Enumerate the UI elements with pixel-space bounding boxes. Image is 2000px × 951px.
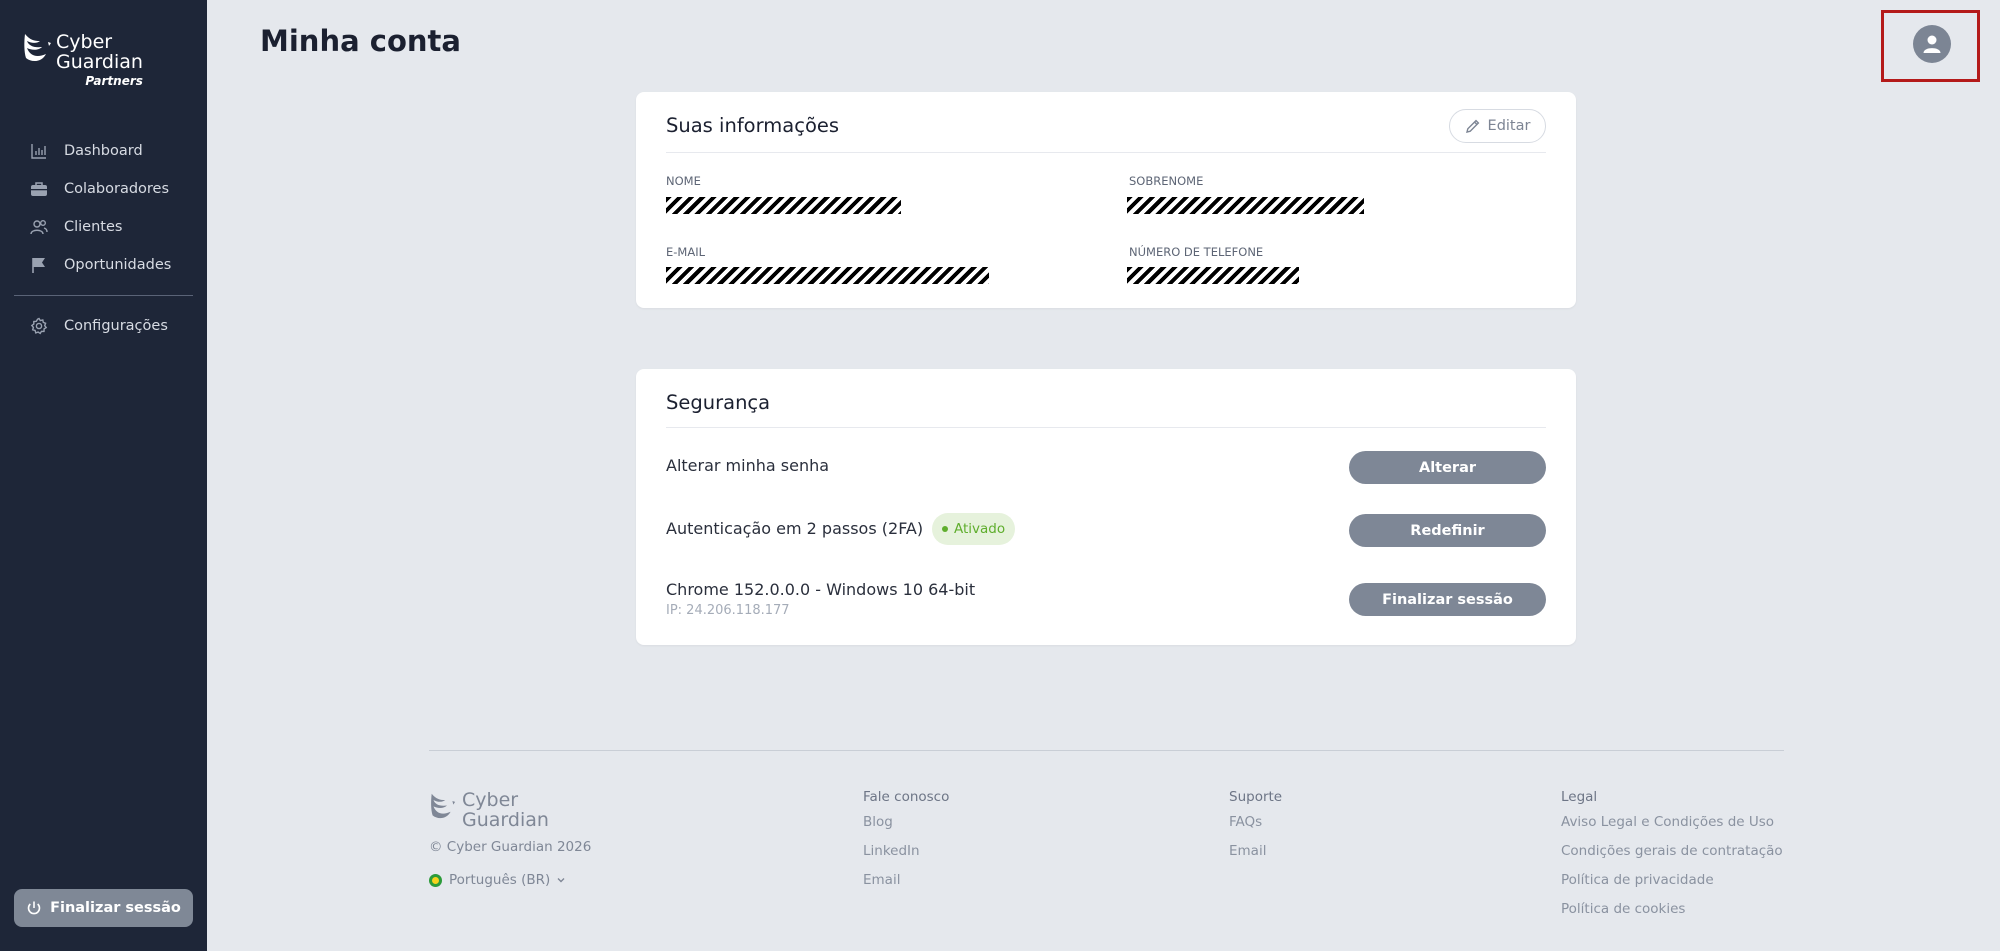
phone-value-redacted — [1127, 267, 1299, 284]
edit-button[interactable]: Editar — [1449, 109, 1546, 143]
footer-link-faqs[interactable]: FAQs — [1229, 812, 1282, 841]
footer-brand-line2: Guardian — [462, 809, 549, 831]
sidebar: Cyber Guardian Partners Dashboard Colabo… — [0, 0, 207, 951]
brazil-flag-icon — [429, 873, 442, 887]
footer-divider — [429, 750, 1784, 751]
sidebar-item-oportunidades[interactable]: Oportunidades — [14, 246, 193, 284]
sidebar-item-label: Colaboradores — [64, 181, 170, 197]
power-icon — [27, 901, 41, 915]
status-badge-label: Ativado — [954, 521, 1006, 537]
briefcase-icon — [31, 182, 47, 196]
change-password-button[interactable]: Alterar — [1349, 451, 1546, 484]
info-card: Suas informações Editar NOME SOBRENOME E… — [636, 92, 1576, 308]
info-card-title: Suas informações — [666, 114, 840, 137]
last-name-value-redacted — [1127, 197, 1364, 214]
card-divider — [666, 152, 1546, 153]
sidebar-item-clientes[interactable]: Clientes — [14, 208, 193, 246]
security-card-title: Segurança — [666, 391, 771, 414]
chevron-down-icon — [557, 878, 565, 883]
footer-support-title: Suporte — [1229, 789, 1283, 805]
session-ip-label: IP: 24.206.118.177 — [666, 603, 790, 618]
brand-name-line2: Guardian — [56, 51, 143, 73]
footer-brand-line1: Cyber — [462, 789, 519, 811]
logout-button[interactable]: Finalizar sessão — [14, 889, 193, 927]
brand-name-line1: Cyber — [56, 31, 113, 53]
pencil-icon — [1465, 119, 1479, 133]
footer-link-privacy[interactable]: Política de privacidade — [1561, 870, 1783, 899]
users-icon — [30, 220, 48, 235]
session-device-label: Chrome 152.0.0.0 - Windows 10 64-bit — [666, 580, 976, 599]
language-selector[interactable]: Português (BR) — [429, 872, 566, 888]
logout-label: Finalizar sessão — [50, 900, 181, 916]
footer-legal-column: Legal Aviso Legal e Condições de Uso Con… — [1561, 789, 1783, 928]
bar-chart-icon — [31, 144, 46, 159]
footer-contact-title: Fale conosco — [863, 789, 950, 805]
sidebar-item-label: Dashboard — [64, 143, 143, 159]
last-name-label: SOBRENOME — [1129, 174, 1204, 188]
gear-icon — [30, 317, 48, 335]
reset-2fa-button[interactable]: Redefinir — [1349, 514, 1546, 547]
security-card: Segurança Alterar minha senha Alterar Au… — [636, 369, 1576, 645]
footer-contact-column: Fale conosco Blog LinkedIn Email — [863, 789, 949, 899]
footer-logo: Cyber Guardian — [429, 790, 549, 830]
avatar[interactable] — [1913, 25, 1951, 63]
first-name-label: NOME — [666, 174, 701, 188]
phone-label: NÚMERO DE TELEFONE — [1129, 245, 1264, 259]
status-badge: Ativado — [932, 513, 1016, 545]
sidebar-item-colaboradores[interactable]: Colaboradores — [14, 170, 193, 208]
footer-link-legal-notice[interactable]: Aviso Legal e Condições de Uso — [1561, 812, 1783, 841]
email-label: E-MAIL — [666, 245, 706, 259]
first-name-value-redacted — [666, 197, 901, 214]
status-dot — [942, 526, 948, 532]
flag-icon — [32, 258, 45, 273]
brand-logo[interactable]: Cyber Guardian Partners — [22, 32, 143, 88]
sidebar-item-label: Oportunidades — [64, 257, 172, 273]
footer-support-column: Suporte FAQs Email — [1229, 789, 1282, 870]
footer-link-linkedin[interactable]: LinkedIn — [863, 841, 949, 870]
email-value-redacted — [666, 267, 989, 284]
sidebar-nav: Dashboard Colaboradores Clientes Oportun… — [14, 132, 193, 345]
edit-label: Editar — [1487, 118, 1531, 134]
footer-link-email[interactable]: Email — [863, 870, 949, 899]
language-label: Português (BR) — [449, 872, 551, 888]
footer-legal-title: Legal — [1561, 789, 1598, 805]
twofa-label: Autenticação em 2 passos (2FA) — [666, 519, 924, 538]
footer-copyright: © Cyber Guardian 2026 — [429, 839, 592, 855]
guardian-logo-icon — [24, 34, 51, 62]
sidebar-divider — [14, 295, 193, 296]
footer-link-terms[interactable]: Condições gerais de contratação — [1561, 841, 1783, 870]
page-title: Minha conta — [260, 24, 461, 58]
change-password-label: Alterar minha senha — [666, 456, 830, 475]
footer-link-blog[interactable]: Blog — [863, 812, 949, 841]
end-session-button[interactable]: Finalizar sessão — [1349, 583, 1546, 616]
footer-link-support-email[interactable]: Email — [1229, 841, 1282, 870]
sidebar-item-configuracoes[interactable]: Configurações — [14, 307, 193, 345]
brand-partners-label: Partners — [85, 74, 143, 88]
guardian-logo-icon — [431, 793, 456, 819]
card-divider — [666, 427, 1546, 428]
footer-link-cookies[interactable]: Política de cookies — [1561, 899, 1783, 928]
user-icon — [1923, 35, 1941, 53]
sidebar-item-label: Clientes — [64, 219, 123, 235]
sidebar-item-label: Configurações — [64, 318, 168, 334]
sidebar-item-dashboard[interactable]: Dashboard — [14, 132, 193, 170]
